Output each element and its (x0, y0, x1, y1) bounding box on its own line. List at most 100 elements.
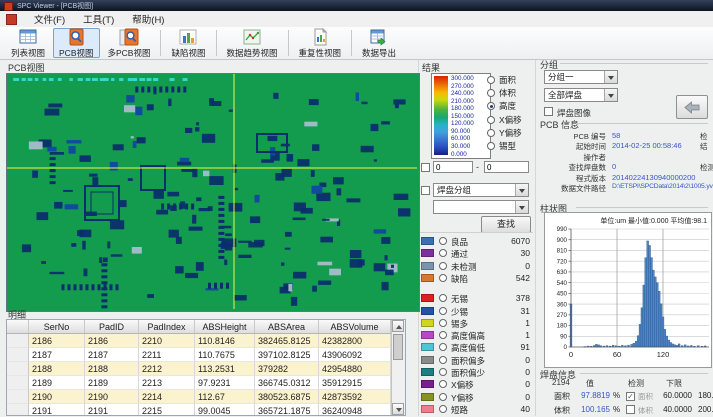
range-filter-checkbox[interactable] (421, 163, 430, 172)
radio-icon[interactable] (439, 393, 447, 401)
radio-icon[interactable] (439, 356, 447, 364)
table-row[interactable]: 21892189221397.9231366745.031235912915 (7, 376, 405, 390)
category-row-2[interactable]: 未检测0 (420, 261, 533, 272)
radio-icon[interactable] (439, 237, 447, 245)
svg-text:60: 60 (613, 350, 621, 359)
radio-icon[interactable] (439, 405, 447, 413)
toolbar-button-repeat-view[interactable]: 重复性视图 (293, 28, 348, 58)
chevron-down-icon (604, 89, 617, 101)
toolbar-button-multi-pcb-view[interactable]: 多PCB视图 (102, 28, 157, 58)
category-row-4[interactable]: 无锡378 (420, 293, 533, 304)
pad-group-combo-value: 焊盘分组 (437, 185, 471, 195)
metric-radio-2[interactable]: 高度 (487, 100, 516, 112)
table-cell: 2189 (29, 376, 85, 390)
scroll-down-button[interactable] (392, 403, 404, 415)
column-header-serno[interactable]: SerNo (29, 320, 85, 333)
radio-icon[interactable] (439, 294, 447, 302)
category-row-0[interactable]: 良品6070 (420, 236, 533, 247)
toolbar-button-export[interactable]: 数据导出 (356, 28, 402, 58)
column-header-absheight[interactable]: ABSHeight (195, 320, 255, 333)
detail-vertical-scrollbar[interactable] (391, 320, 405, 415)
group-combo[interactable]: 分组一 (544, 70, 618, 84)
table-row[interactable]: 218721872211110.7675397102.812543906092 (7, 348, 405, 362)
toolbar-button-list-view[interactable]: 列表视图 (5, 28, 51, 58)
all-pads-combo[interactable]: 全部焊盘 (544, 88, 618, 102)
color-scale-value: 120.000 (451, 120, 474, 127)
toolbar-button-label: 数据导出 (362, 47, 396, 59)
column-header-absarea[interactable]: ABSArea (255, 320, 319, 333)
pcb-canvas[interactable] (6, 73, 420, 312)
radio-icon[interactable] (439, 249, 447, 257)
category-row-10[interactable]: 面积偏少0 (420, 367, 533, 378)
pad-info-checkbox[interactable] (626, 405, 635, 414)
radio-icon[interactable] (439, 262, 447, 270)
svg-text:120: 120 (657, 350, 670, 359)
row-selector-cell[interactable] (7, 376, 29, 390)
table-row[interactable]: 219021902214112.67380523.687542873592 (7, 390, 405, 404)
category-label: 高度偏高 (451, 330, 485, 342)
column-header-padindex[interactable]: PadIndex (139, 320, 195, 333)
search-button[interactable]: 查找 (481, 216, 531, 233)
category-row-3[interactable]: 缺陷542 (420, 273, 533, 284)
toolbar-button-defect-view[interactable]: 缺陷视图 (165, 28, 211, 58)
scroll-up-button[interactable] (392, 320, 404, 332)
back-arrow-button[interactable] (676, 95, 708, 119)
pad-image-checkbox[interactable] (544, 107, 553, 116)
pad-group-checkbox[interactable] (421, 186, 430, 195)
pad-info-checkbox[interactable]: ✓ (626, 392, 635, 401)
pad-group-combo[interactable]: 焊盘分组 (433, 183, 529, 197)
table-cell: 366745.0312 (255, 376, 319, 390)
category-row-7[interactable]: 高度偏高1 (420, 330, 533, 341)
table-row[interactable]: 21912191221599.0045365721.187536240948 (7, 404, 405, 416)
metric-radio-3[interactable]: X偏移 (487, 114, 522, 126)
radio-icon[interactable] (439, 307, 447, 315)
toolbar-button-pcb-view[interactable]: PCB视图 (53, 28, 99, 58)
menu-item-2[interactable]: 帮助(H) (123, 11, 173, 27)
metric-radio-0[interactable]: 面积 (487, 74, 516, 86)
table-row[interactable]: 218821882212113.253137928242954880 (7, 362, 405, 376)
category-row-1[interactable]: 通过30 (420, 248, 533, 259)
row-selector-cell[interactable] (7, 334, 29, 348)
table-cell: 2191 (29, 404, 85, 416)
radio-icon[interactable] (439, 319, 447, 327)
color-scale-value: 150.000 (451, 113, 474, 120)
category-count: 0 (525, 367, 530, 377)
defect-view-icon (178, 28, 198, 46)
category-row-13[interactable]: 短路40 (420, 404, 533, 415)
radio-icon[interactable] (439, 274, 447, 282)
category-row-6[interactable]: 锡多1 (420, 318, 533, 329)
category-count: 31 (521, 306, 530, 316)
radio-icon[interactable] (439, 343, 447, 351)
radio-icon[interactable] (439, 368, 447, 376)
column-header-padid[interactable]: PadID (85, 320, 139, 333)
column-header-absvolume[interactable]: ABSVolume (319, 320, 391, 333)
pcb-info-field-value: 2014-02-25 00:58:46 (612, 141, 682, 150)
range-from-input[interactable] (433, 161, 473, 173)
multi-pcb-view-icon (119, 28, 139, 46)
table-row[interactable]: 218621862210110.8146382465.812542382800 (7, 334, 405, 348)
menu-item-0[interactable]: 文件(F) (25, 11, 74, 27)
radio-icon[interactable] (439, 331, 447, 339)
row-selector-cell[interactable] (7, 362, 29, 376)
category-row-11[interactable]: X偏移0 (420, 379, 533, 390)
toolbar-button-trend-view[interactable]: 数据趋势视图 (221, 28, 284, 58)
metric-radio-4[interactable]: Y偏移 (487, 127, 522, 139)
sub-group-combo[interactable] (433, 200, 529, 214)
radio-icon[interactable] (439, 380, 447, 388)
menu-item-1[interactable]: 工具(T) (74, 11, 123, 27)
range-to-input[interactable] (484, 161, 529, 173)
pcb-board-graphic (7, 74, 417, 309)
metric-radio-1[interactable]: 体积 (487, 87, 516, 99)
category-row-12[interactable]: Y偏移0 (420, 392, 533, 403)
metric-radio-5[interactable]: 锡型 (487, 140, 516, 152)
pad-info-upper-limit: 180. (698, 391, 713, 400)
category-row-9[interactable]: 面积偏多0 (420, 355, 533, 366)
row-selector-cell[interactable] (7, 390, 29, 404)
category-count: 30 (521, 248, 530, 258)
category-row-8[interactable]: 高度偏低91 (420, 342, 533, 353)
category-label: 无锡 (451, 293, 468, 305)
row-selector-cell[interactable] (7, 348, 29, 362)
scrollbar-thumb[interactable] (393, 334, 403, 360)
row-selector-cell[interactable] (7, 404, 29, 416)
category-row-5[interactable]: 少锡31 (420, 306, 533, 317)
